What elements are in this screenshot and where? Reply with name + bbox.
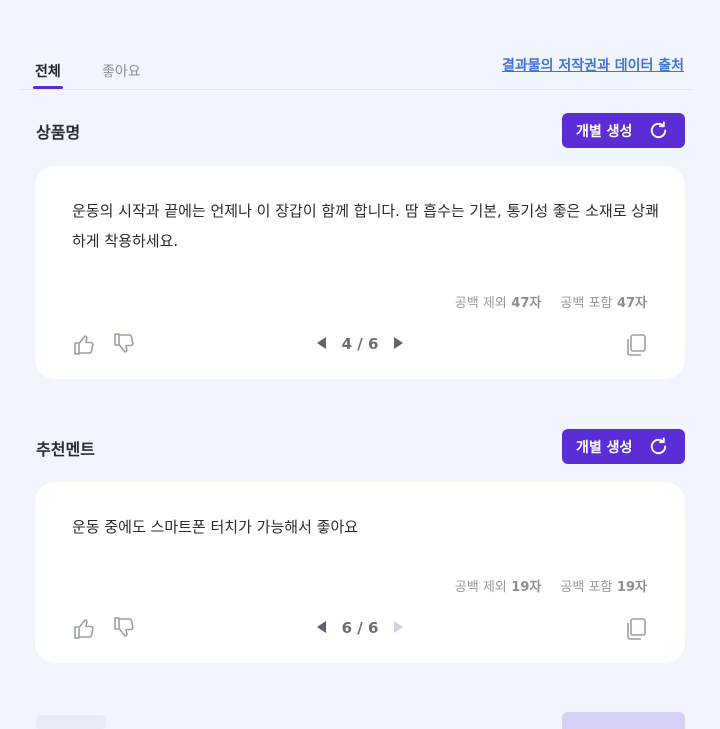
generate-button-label: 개별 생성 — [576, 123, 633, 140]
generate-button-recommend[interactable]: 개별 생성 — [562, 429, 685, 464]
count-without-space-label: 공백 제외 — [454, 580, 507, 595]
tab-all[interactable]: 전체 — [33, 61, 63, 89]
generate-button-product-name[interactable]: 개별 생성 — [562, 113, 685, 148]
generated-text: 운동 중에도 스마트폰 터치가 가능해서 좋아요 — [72, 518, 359, 536]
copy-icon[interactable] — [625, 617, 647, 641]
count-without-space-label: 공백 제외 — [454, 296, 507, 311]
count-with-space-label: 공백 포함 — [560, 296, 613, 311]
count-with-space: 47자 — [616, 296, 647, 311]
pager: 6 / 6 — [35, 619, 685, 637]
result-panel: 전체 좋아요 결과물의 저작권과 데이터 출처 상품명 개별 생성 운동의 시작… — [0, 0, 720, 729]
section-title-product-name: 상품명 — [36, 123, 81, 142]
next-arrow-icon[interactable] — [394, 336, 404, 349]
tab-bar: 전체 좋아요 결과물의 저작권과 데이터 출처 — [20, 52, 692, 90]
result-card-product-name: 운동의 시작과 끝에는 언제나 이 장갑이 함께 합니다. 땀 흡수는 기본, … — [35, 166, 685, 379]
section-title-recommend: 추천멘트 — [36, 440, 95, 459]
char-count: 공백 제외 47자 공백 포함 47자 — [455, 292, 647, 311]
next-section-title-placeholder — [36, 715, 106, 729]
result-card-recommend: 운동 중에도 스마트폰 터치가 가능해서 좋아요 공백 제외 19자 공백 포함… — [35, 482, 685, 663]
next-generate-button-placeholder — [562, 712, 685, 729]
count-with-space-label: 공백 포함 — [560, 580, 613, 595]
tab-like[interactable]: 좋아요 — [102, 61, 141, 81]
refresh-icon — [650, 437, 667, 455]
char-count: 공백 제외 19자 공백 포함 19자 — [455, 576, 647, 595]
generated-text: 운동의 시작과 끝에는 언제나 이 장갑이 함께 합니다. 땀 흡수는 기본, … — [72, 202, 659, 250]
pager: 4 / 6 — [35, 335, 685, 353]
count-with-space: 19자 — [616, 580, 647, 595]
prev-arrow-icon[interactable] — [316, 620, 326, 633]
count-without-space: 19자 — [511, 580, 542, 595]
count-without-space: 47자 — [511, 296, 542, 311]
generate-button-label: 개별 생성 — [576, 439, 633, 456]
copyright-source-link[interactable]: 결과물의 저작권과 데이터 출처 — [502, 55, 684, 75]
page-indicator: 4 / 6 — [341, 335, 379, 353]
prev-arrow-icon[interactable] — [316, 336, 326, 349]
next-arrow-icon[interactable] — [394, 620, 404, 633]
copy-icon[interactable] — [625, 333, 647, 357]
refresh-icon — [650, 121, 667, 139]
page-indicator: 6 / 6 — [341, 619, 379, 637]
